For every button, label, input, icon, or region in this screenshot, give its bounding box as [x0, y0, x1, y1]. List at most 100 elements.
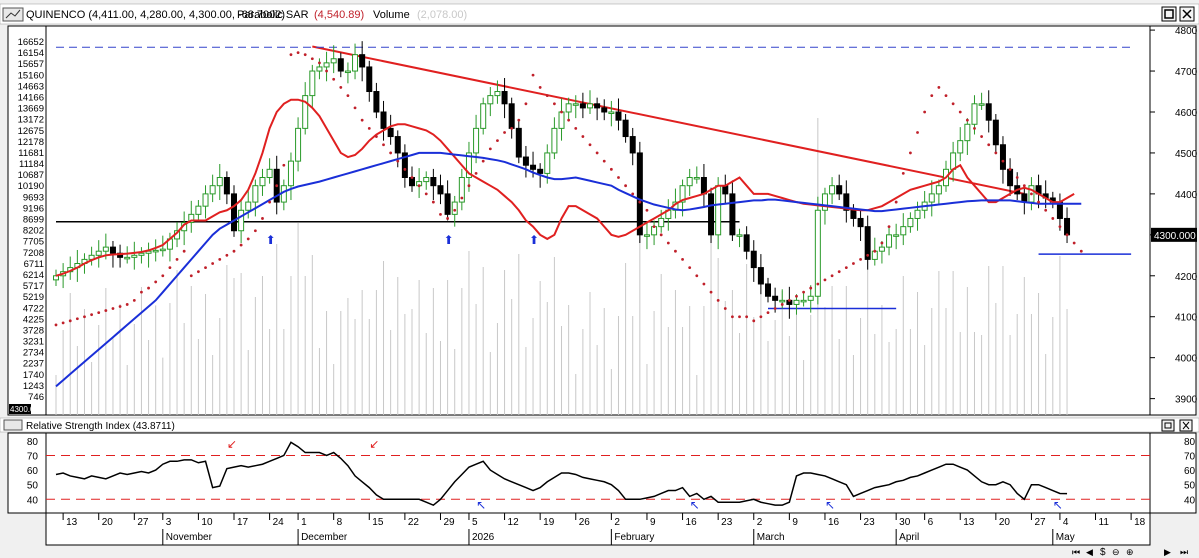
sar-dot — [474, 172, 478, 175]
dollar-icon[interactable]: $ — [1100, 547, 1106, 558]
volume-tick-label: 2734 — [23, 348, 44, 359]
candle-body — [444, 193, 451, 215]
candle-body — [366, 66, 373, 93]
month-label: November — [166, 532, 213, 543]
sar-dot — [816, 282, 820, 286]
date-tick-label: 4 — [1063, 517, 1069, 528]
candle-body — [686, 177, 693, 187]
volume-tick-label: 7705 — [23, 237, 44, 248]
candle-body — [473, 127, 480, 154]
rsi-signal-arrow: ↙ — [227, 437, 237, 451]
candle-body — [323, 62, 330, 68]
sar-dot — [588, 143, 592, 147]
sar-dot — [396, 159, 400, 163]
candle-body — [437, 185, 444, 195]
sar-dot — [289, 53, 293, 57]
sar-dot — [745, 315, 749, 319]
rsi-header-bar — [0, 417, 1199, 433]
date-tick-label: 13 — [963, 517, 975, 528]
sar-dot — [268, 200, 271, 204]
volume-tick-label: 14663 — [18, 81, 44, 92]
sar-dot — [930, 94, 934, 98]
price-tick-label: 4800 — [1175, 26, 1198, 37]
sar-dot — [360, 118, 364, 122]
sar-dot — [923, 110, 927, 114]
sar-dot — [880, 241, 884, 245]
date-tick-label: 2 — [757, 517, 763, 528]
rsi-right-tick-label: 40 — [1184, 495, 1196, 506]
sar-dot — [189, 274, 193, 278]
candle-body — [501, 91, 508, 105]
candle-body — [216, 177, 223, 187]
scroll-controls[interactable]: ⏮ ◀ $ ⊖ ⊕ ▶ ⏭ — [1072, 547, 1188, 558]
maximize-button[interactable] — [1161, 6, 1177, 22]
rsi-close-button[interactable] — [1179, 419, 1193, 432]
rsi-left-tick-label: 50 — [27, 481, 39, 492]
candle-body — [387, 127, 394, 138]
price-tick-label: 4600 — [1175, 108, 1198, 119]
sar-dot — [631, 192, 635, 196]
sar-dot — [773, 307, 777, 310]
scroll-right-icon[interactable]: ▶ — [1164, 547, 1171, 557]
candle-body — [344, 70, 351, 74]
sar-dot — [496, 139, 499, 143]
candle-body — [309, 70, 316, 97]
sar-dot — [844, 266, 848, 269]
sar-dot — [232, 249, 236, 253]
candle-body — [245, 201, 252, 211]
candle-body — [587, 103, 593, 109]
chart-window: QUINENCO (4,411.00, 4,280.00, 4,300.00, … — [0, 0, 1199, 558]
volume-tick-label: 2237 — [23, 359, 44, 370]
sar-dot — [1051, 217, 1055, 220]
candle-body — [515, 127, 522, 158]
sar-dot — [161, 274, 165, 278]
sar-dot — [303, 53, 307, 57]
candle-body — [131, 254, 138, 258]
scroll-left-icon[interactable]: ◀ — [1086, 547, 1093, 557]
scroll-right-end-icon[interactable]: ⏭ — [1180, 547, 1188, 557]
candle-body — [508, 103, 515, 129]
date-tick-label: 29 — [443, 517, 455, 528]
date-tick-label: 5 — [472, 517, 478, 528]
sar-dot — [524, 102, 528, 106]
date-tick-label: 8 — [337, 517, 343, 528]
date-tick-label: 26 — [579, 517, 591, 528]
candle-body — [800, 299, 807, 303]
candle-body — [209, 185, 216, 195]
candle-body — [522, 156, 529, 166]
candle-body — [337, 58, 344, 72]
candle-body — [772, 295, 779, 301]
candle-body — [992, 119, 999, 146]
price-tick-label: 4700 — [1175, 67, 1198, 78]
sar-dot — [154, 280, 158, 284]
sar-dot — [83, 315, 86, 319]
current-price-label: 4300.000 — [1154, 231, 1196, 242]
sar-dot — [481, 159, 485, 163]
price-tick-label: 4200 — [1175, 272, 1198, 283]
close-button[interactable] — [1179, 6, 1195, 22]
sar-dot — [1008, 167, 1012, 171]
candle-body — [544, 152, 551, 174]
candle-body — [579, 103, 586, 109]
sar-dot — [111, 307, 115, 310]
sar-dot — [852, 262, 855, 265]
sar-dot — [261, 217, 264, 220]
price-tick-label: 4500 — [1175, 149, 1198, 160]
rsi-maximize-button[interactable] — [1161, 419, 1175, 432]
sar-dot — [873, 249, 877, 253]
rsi-right-tick-label: 80 — [1184, 437, 1196, 448]
sar-dot — [802, 290, 805, 294]
magnify-minus-icon[interactable]: ⊖ — [1112, 547, 1120, 557]
sar-dot — [339, 86, 343, 89]
date-tick-label: 1 — [301, 517, 307, 528]
date-tick-label: 23 — [864, 517, 876, 528]
sar-dot — [937, 86, 941, 89]
candle-body — [494, 91, 501, 97]
candle-body — [252, 185, 259, 203]
scroll-left-end-icon[interactable]: ⏮ — [1072, 547, 1080, 557]
magnify-plus-icon[interactable]: ⊕ — [1126, 547, 1134, 557]
date-tick-label: 20 — [999, 517, 1011, 528]
candle-body — [985, 103, 992, 121]
sar-dot — [830, 274, 834, 278]
candle-body — [530, 164, 537, 170]
